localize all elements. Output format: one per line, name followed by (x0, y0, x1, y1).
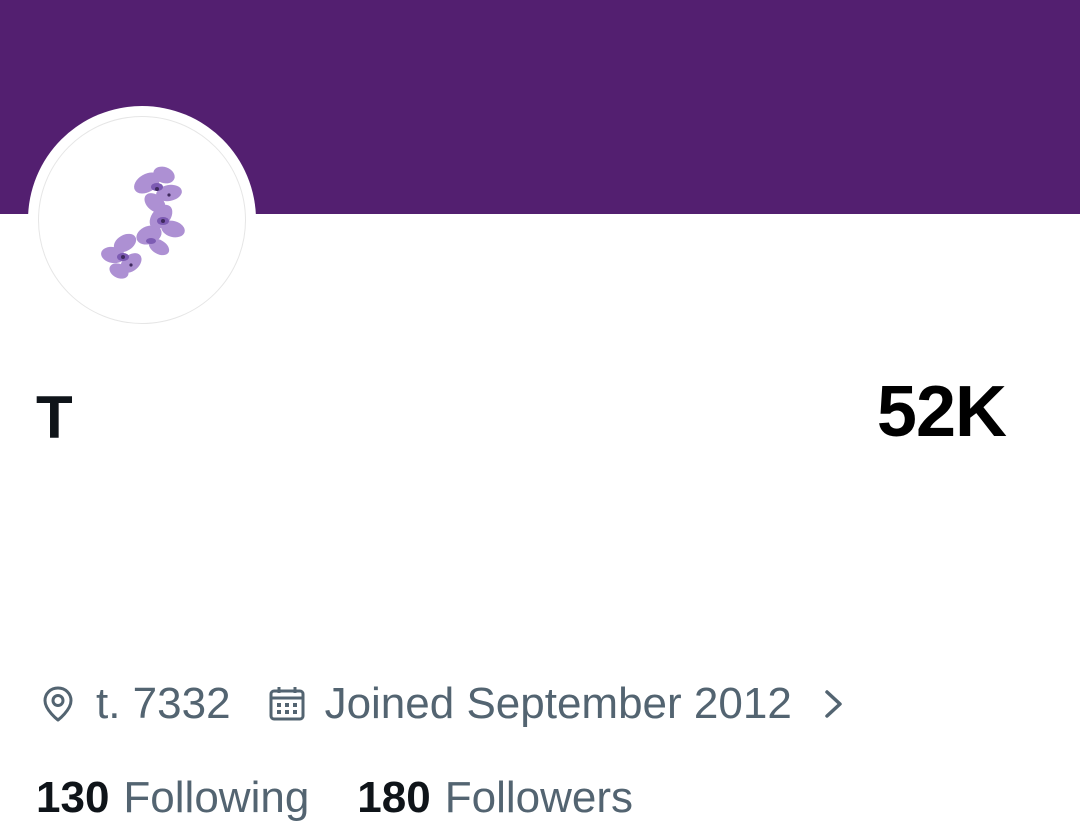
avatar[interactable] (28, 106, 256, 334)
chevron-right-icon[interactable] (822, 684, 846, 724)
display-name: T (36, 384, 73, 451)
followers-count: 180 (357, 773, 431, 822)
profile-page: T 52K t. 7332 Joined September 2012 130 … (0, 0, 1080, 836)
follow-stats: 130 Following 180 Followers (36, 770, 633, 826)
following-link[interactable]: 130 Following (36, 773, 309, 823)
joined-text: Joined September 2012 (324, 679, 792, 728)
joined-item: Joined September 2012 (267, 679, 792, 729)
followers-label: Followers (444, 773, 633, 822)
location-item: t. 7332 (38, 679, 231, 729)
location-pin-icon (38, 684, 78, 724)
calendar-icon (267, 684, 307, 724)
location-text: t. 7332 (96, 679, 231, 728)
followers-link[interactable]: 180 Followers (357, 773, 633, 823)
lilac-flower-icon (38, 116, 246, 324)
stat-value: 52K (876, 372, 1007, 452)
following-label: Following (123, 773, 310, 822)
following-count: 130 (36, 773, 110, 822)
profile-meta: t. 7332 Joined September 2012 (38, 678, 846, 730)
